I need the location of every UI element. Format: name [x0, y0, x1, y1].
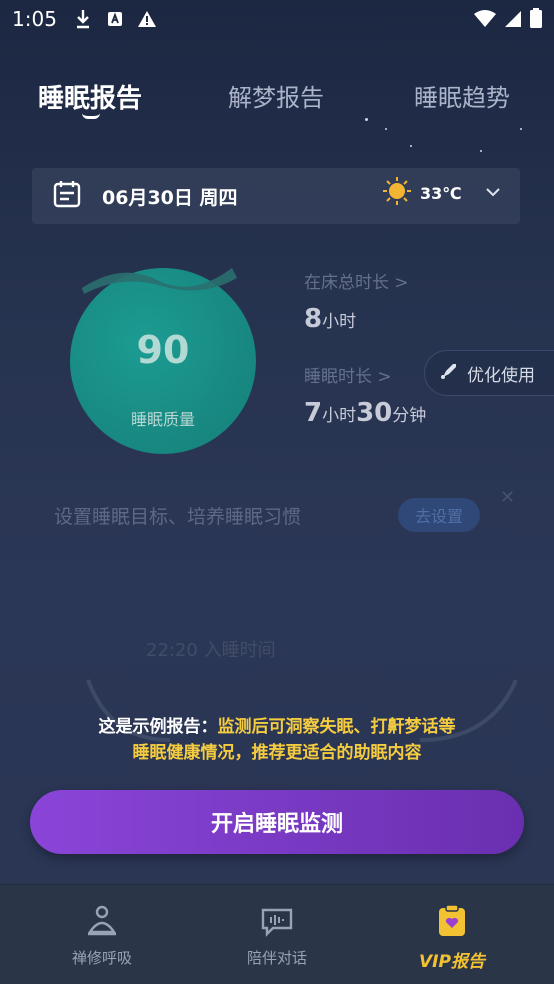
- sleep-duration-link[interactable]: 睡眠时长 >: [304, 362, 392, 387]
- optimize-usage-label: 优化使用: [467, 365, 535, 386]
- temperature: 33℃: [420, 183, 462, 203]
- nav-label: 陪伴对话: [246, 949, 307, 967]
- tab-dream-report[interactable]: 解梦报告: [228, 78, 324, 113]
- star-decoration: [410, 145, 412, 147]
- sleep-score-label: 睡眠质量: [130, 410, 195, 429]
- sun-icon: [382, 176, 412, 210]
- nav-label: VIP报告: [419, 952, 485, 972]
- close-icon[interactable]: ✕: [500, 487, 515, 508]
- sleep-hours-unit: 小时: [322, 406, 357, 426]
- sample-report-highlight: 监测后可洞察失眠、打鼾梦话等: [217, 717, 456, 737]
- wifi-icon: [474, 9, 496, 33]
- star-decoration: [480, 150, 482, 152]
- nav-meditation-breathing[interactable]: 禅修呼吸: [10, 885, 194, 984]
- sample-report-notice-line1: 这是示例报告：监测后可洞察失眠、打鼾梦话等: [0, 712, 554, 737]
- rocket-icon: [439, 361, 459, 386]
- sleep-minutes: 30: [356, 398, 393, 428]
- date-selector[interactable]: 06月30日 周四 33℃: [32, 168, 520, 224]
- sleep-score: 90: [136, 328, 190, 372]
- report-tabs: 睡眠报告 解梦报告 睡眠趋势: [0, 78, 554, 118]
- wave-decoration: [82, 268, 237, 294]
- sleep-hours: 7: [304, 398, 323, 428]
- chevron-down-icon[interactable]: [486, 182, 500, 201]
- a-badge-icon: [105, 8, 125, 30]
- star-decoration: [520, 128, 522, 130]
- warning-icon: [137, 8, 157, 30]
- star-decoration: [365, 118, 368, 121]
- signal-icon: [504, 9, 522, 33]
- sleep-minutes-unit: 分钟: [392, 406, 427, 426]
- sleep-duration: 7小时30分钟: [304, 398, 426, 428]
- vip-report-icon: [432, 901, 472, 941]
- status-bar: 1:05: [0, 0, 554, 38]
- weather-info: 33℃: [382, 176, 462, 210]
- in-bed-duration: 8小时: [304, 304, 356, 334]
- calendar-icon: [52, 179, 82, 213]
- start-sleep-monitoring-button[interactable]: 开启睡眠监测: [30, 790, 524, 854]
- status-time: 1:05: [12, 7, 57, 31]
- bottom-navigation: 禅修呼吸 陪伴对话 VIP报告: [0, 884, 554, 984]
- download-icon: [73, 8, 93, 30]
- sample-report-prefix: 这是示例报告：: [98, 717, 218, 737]
- sleep-onset-time: 22:20 入睡时间: [146, 640, 276, 661]
- in-bed-hours: 8: [304, 304, 323, 334]
- optimize-usage-button[interactable]: 优化使用: [424, 350, 554, 396]
- tab-sleep-report[interactable]: 睡眠报告: [38, 78, 142, 115]
- tab-sleep-trend[interactable]: 睡眠趋势: [414, 78, 510, 113]
- in-bed-hours-unit: 小时: [322, 312, 357, 332]
- date-label: 06月30日 周四: [102, 186, 238, 209]
- in-bed-duration-link[interactable]: 在床总时长 >: [304, 268, 409, 293]
- meditation-icon: [82, 901, 122, 941]
- sample-report-notice-line2: 睡眠健康情况，推荐更适合的助眠内容: [132, 743, 422, 763]
- sleep-goal-text: 设置睡眠目标、培养睡眠习惯: [54, 506, 302, 528]
- star-decoration: [385, 128, 387, 130]
- battery-icon: [530, 8, 542, 33]
- go-set-goal-button[interactable]: 去设置: [398, 498, 480, 532]
- nav-companion-chat[interactable]: 陪伴对话: [185, 885, 369, 984]
- nav-vip-report[interactable]: VIP报告: [360, 885, 544, 984]
- chat-voice-icon: [257, 901, 297, 941]
- nav-label: 禅修呼吸: [71, 949, 132, 967]
